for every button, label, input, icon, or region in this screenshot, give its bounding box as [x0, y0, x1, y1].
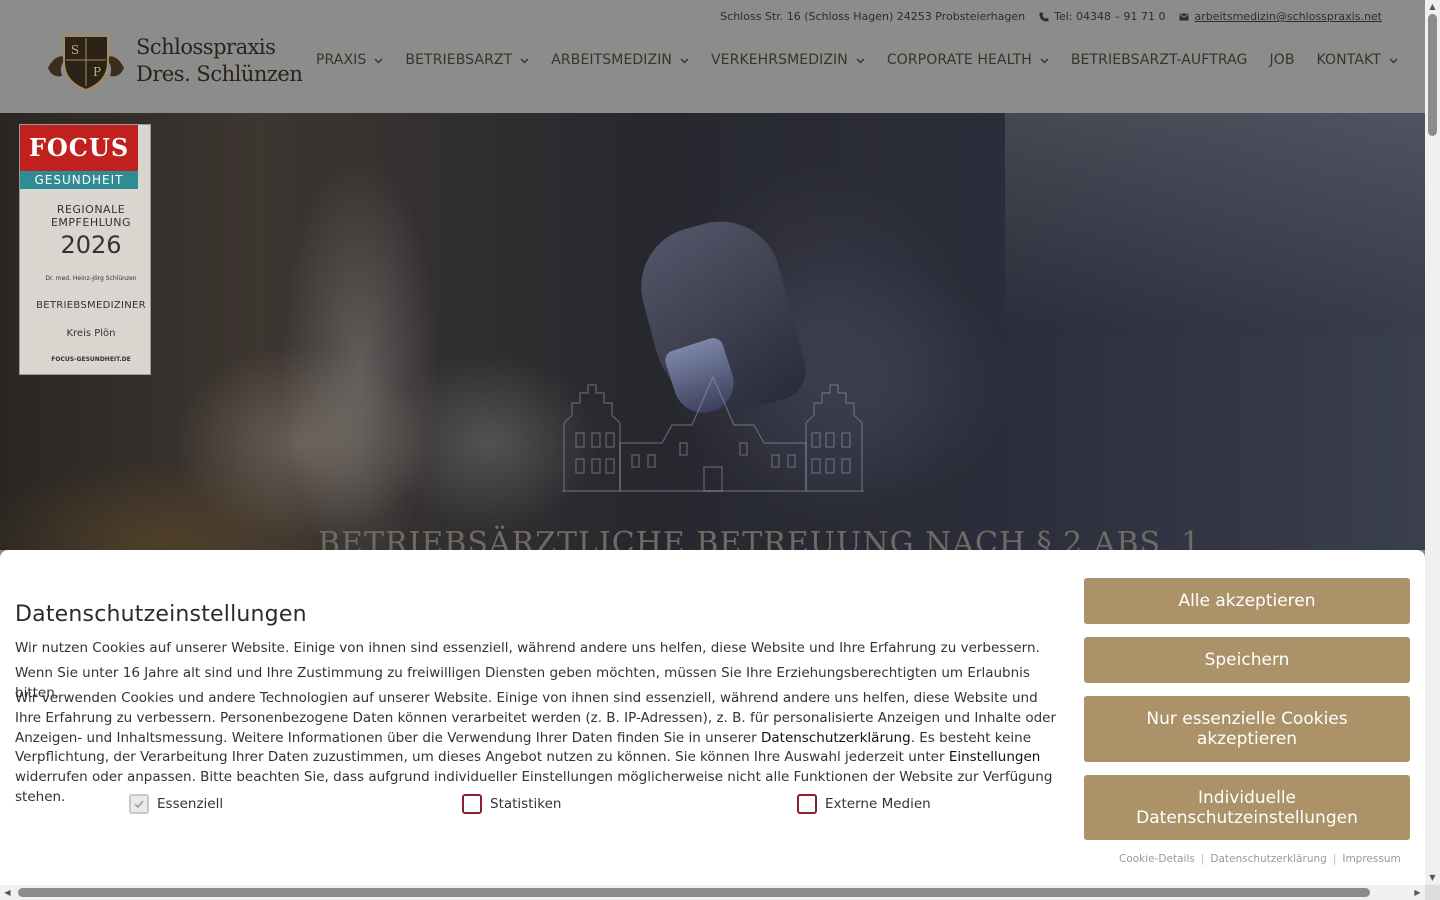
svg-text:S: S [71, 43, 79, 57]
hero-title: BETRIEBSÄRZTLICHE BETREUUNG NACH § 2 ABS… [318, 526, 1202, 550]
checkbox-box [129, 794, 149, 814]
vertical-scrollbar[interactable]: ▲ ▼ [1425, 0, 1440, 885]
focus-award-badge[interactable]: FOCUS GESUNDHEIT REGIONALE EMPFEHLUNG 20… [20, 125, 150, 374]
mail-icon [1179, 13, 1189, 20]
link-separator: | [1332, 853, 1337, 865]
phone-link[interactable]: Tel: 04348 – 91 71 0 [1039, 10, 1165, 23]
focus-brand: FOCUS [20, 125, 138, 171]
chevron-down-icon [520, 58, 529, 63]
chevron-down-icon [1389, 58, 1398, 63]
nav-item-corporate-health[interactable]: CORPORATE HEALTH [887, 52, 1049, 68]
checkbox-statistiken[interactable]: Statistiken [462, 794, 561, 814]
focus-sub: GESUNDHEIT [20, 171, 138, 189]
scroll-up-arrow-icon[interactable]: ▲ [1428, 2, 1437, 11]
nav-item-betriebsarzt-auftrag[interactable]: BETRIEBSARZT-AUFTRAG [1071, 52, 1248, 68]
checkbox-externe-medien[interactable]: Externe Medien [797, 794, 931, 814]
castle-outline-icon [562, 375, 864, 492]
email-text: arbeitsmedizin@schlosspraxis.net [1194, 10, 1382, 23]
chevron-down-icon [680, 58, 689, 63]
checkmark-icon [134, 800, 144, 809]
cookie-category-checkboxes: Essenziell Statistiken Externe Medien [0, 794, 1070, 818]
link-separator: | [1200, 853, 1205, 865]
settings-link[interactable]: Einstellungen [949, 749, 1041, 765]
focus-year: 2026 [60, 231, 122, 259]
phone-text: Tel: 04348 – 91 71 0 [1054, 10, 1166, 23]
focus-doctor: Dr. med. Heinz-Jörg Schlünzen [45, 275, 137, 282]
site-header: Schloss Str. 16 (Schloss Hagen) 24253 Pr… [0, 0, 1425, 113]
checkbox-box [797, 794, 817, 814]
logo-line-1: Schlosspraxis [136, 35, 276, 59]
focus-region: Kreis Plön [66, 328, 116, 339]
checkbox-label: Essenziell [157, 796, 224, 812]
nav-item-arbeitsmedizin[interactable]: ARBEITSMEDIZIN [551, 52, 689, 68]
essential-only-button[interactable]: Nur essenzielle Cookies akzeptieren [1084, 696, 1410, 762]
cookie-text-1: Wir nutzen Cookies auf unserer Website. … [15, 640, 1040, 656]
nav-item-praxis[interactable]: PRAXIS [316, 52, 383, 68]
cookie-details-link[interactable]: Cookie-Details [1119, 853, 1195, 865]
privacy-policy-link[interactable]: Datenschutzerklärung [761, 730, 911, 746]
logo-text: Schlosspraxis Dres. Schlünzen [136, 34, 303, 88]
logo-line-2: Dres. Schlünzen [136, 62, 303, 86]
individual-settings-button[interactable]: Individuelle Datenschutzeinstellungen [1084, 775, 1410, 840]
scroll-left-arrow-icon[interactable]: ◀ [3, 888, 12, 897]
scrollbar-thumb[interactable] [1428, 14, 1437, 136]
cookie-footer-links: Cookie-Details | Datenschutzerklärung | … [1119, 853, 1401, 865]
scrollbar-corner [1425, 885, 1440, 900]
checkbox-essenziell[interactable]: Essenziell [129, 794, 223, 814]
focus-specialty: BETRIEBSMEDIZINER [36, 300, 146, 311]
address-text: Schloss Str. 16 (Schloss Hagen) 24253 Pr… [720, 10, 1026, 23]
checkbox-box [462, 794, 482, 814]
hero-banner: BETRIEBSÄRZTLICHE BETREUUNG NACH § 2 ABS… [0, 113, 1425, 550]
nav-item-job[interactable]: JOB [1269, 52, 1294, 68]
accept-all-button[interactable]: Alle akzeptieren [1084, 578, 1410, 624]
nav-item-verkehrsmedizin[interactable]: VERKEHRSMEDIZIN [711, 52, 865, 68]
save-button[interactable]: Speichern [1084, 637, 1410, 683]
cookie-consent-panel: Datenschutzeinstellungen Wir nutzen Cook… [0, 550, 1425, 885]
nav-item-betriebsarzt[interactable]: BETRIEBSARZT [405, 52, 529, 68]
email-link[interactable]: arbeitsmedizin@schlosspraxis.net [1179, 10, 1382, 23]
focus-line-2: EMPFEHLUNG [50, 216, 131, 229]
site-logo[interactable]: S P Schlosspraxis Dres. Schlünzen [42, 30, 303, 92]
chevron-down-icon [1040, 58, 1049, 63]
scroll-down-arrow-icon[interactable]: ▼ [1428, 873, 1437, 882]
privacy-link[interactable]: Datenschutzerklärung [1210, 853, 1326, 865]
scroll-right-arrow-icon[interactable]: ▶ [1413, 888, 1422, 897]
chevron-down-icon [374, 58, 383, 63]
checkbox-label: Statistiken [490, 796, 562, 812]
focus-line-1: REGIONALE [56, 203, 126, 216]
phone-icon [1039, 12, 1049, 21]
checkbox-label: Externe Medien [825, 796, 931, 812]
cookie-text-3: Wir verwenden Cookies und andere Technol… [15, 690, 1057, 805]
logo-crest-icon: S P [48, 35, 124, 92]
horizontal-scrollbar[interactable]: ◀ ▶ [0, 885, 1425, 900]
main-nav: PRAXIS BETRIEBSARZT ARBEITSMEDIZIN VERKE… [316, 52, 1398, 68]
focus-site: FOCUS-GESUNDHEIT.DE [51, 356, 131, 363]
nav-item-kontakt[interactable]: KONTAKT [1317, 52, 1398, 68]
chevron-down-icon [856, 58, 865, 63]
cookie-title: Datenschutzeinstellungen [15, 602, 307, 627]
imprint-link[interactable]: Impressum [1342, 853, 1400, 865]
scrollbar-thumb[interactable] [18, 888, 1370, 897]
top-bar: Schloss Str. 16 (Schloss Hagen) 24253 Pr… [720, 10, 1382, 23]
svg-text:P: P [93, 65, 101, 79]
